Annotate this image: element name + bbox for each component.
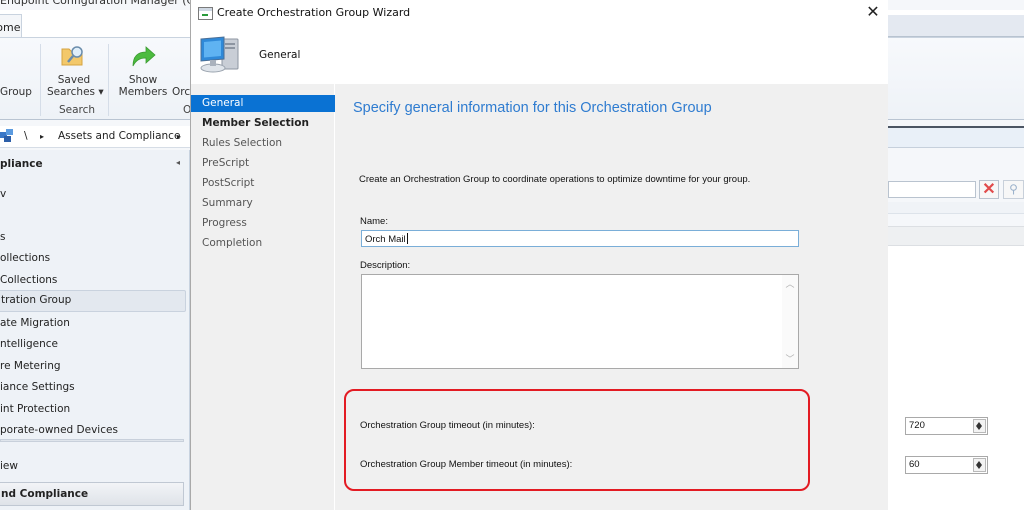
breadcrumb-root[interactable]: \ bbox=[24, 130, 28, 142]
wizard-titlebar[interactable]: Create Orchestration Group Wizard ✕ bbox=[191, 0, 888, 28]
member-timeout-spin-buttons[interactable] bbox=[973, 458, 986, 472]
saved-searches-label-1: Saved bbox=[57, 74, 91, 86]
nav-item[interactable]: s bbox=[0, 231, 5, 243]
step-member-selection[interactable]: Member Selection bbox=[191, 115, 335, 132]
breadcrumb-assets-and-compliance[interactable]: Assets and Compliance bbox=[58, 130, 180, 142]
pane-splitter[interactable] bbox=[0, 439, 184, 442]
nav-item-endpoint-protection[interactable]: int Protection bbox=[0, 403, 70, 415]
scroll-down-icon[interactable]: ﹀ bbox=[785, 354, 795, 364]
step-progress[interactable]: Progress bbox=[191, 215, 335, 232]
description-label: Description: bbox=[360, 260, 411, 271]
search-input[interactable] bbox=[888, 181, 976, 198]
show-members-arrow-icon bbox=[132, 46, 156, 67]
name-field[interactable]: Orch Mail bbox=[361, 230, 799, 247]
name-label: Name: bbox=[360, 216, 388, 227]
nav-item-device-collections[interactable]: ollections bbox=[0, 252, 50, 264]
close-icon[interactable]: ✕ bbox=[863, 3, 883, 23]
highlight-annotation-box bbox=[344, 389, 810, 491]
ribbon-button-show-members[interactable]: Show Members bbox=[118, 74, 168, 98]
nav-item-user-state-migration[interactable]: ate Migration bbox=[0, 317, 70, 329]
list-column-header[interactable] bbox=[888, 226, 1024, 246]
ribbon-tab-home-label: Home bbox=[0, 21, 21, 34]
wizard-header: General bbox=[191, 28, 888, 84]
ribbon-button-group-label: Group bbox=[0, 86, 32, 98]
group-timeout-stepper[interactable]: 720 bbox=[905, 417, 988, 435]
member-timeout-value: 60 bbox=[909, 459, 920, 470]
wizard-title: Create Orchestration Group Wizard bbox=[217, 6, 411, 19]
search-bar-border bbox=[888, 202, 1024, 214]
group-timeout-spin-buttons[interactable] bbox=[973, 419, 986, 433]
decrement-icon[interactable] bbox=[976, 465, 982, 469]
nav-item-corporate-owned-devices[interactable]: porate-owned Devices bbox=[0, 424, 118, 436]
breadcrumb-right bbox=[888, 128, 1024, 148]
collapse-pane-icon[interactable]: ◂ bbox=[176, 158, 180, 167]
ribbon-button-orchestration[interactable]: Orc bbox=[172, 86, 190, 98]
workspace-assets-and-compliance[interactable]: nd Compliance bbox=[0, 482, 184, 506]
name-field-value: Orch Mail bbox=[365, 234, 406, 245]
show-members-label-1: Show bbox=[128, 74, 158, 86]
ribbon-group-search-label: Search bbox=[59, 104, 96, 116]
step-completion[interactable]: Completion bbox=[191, 235, 335, 252]
description-scrollbar[interactable]: ︿ ﹀ bbox=[782, 275, 798, 368]
nav-item-orchestration-group[interactable]: tration Group bbox=[0, 290, 186, 312]
step-prescript[interactable]: PreScript bbox=[191, 155, 335, 172]
step-postscript[interactable]: PostScript bbox=[191, 175, 335, 192]
saved-searches-icon bbox=[61, 46, 83, 66]
nav-item-asset-intelligence[interactable]: ntelligence bbox=[0, 338, 58, 350]
breadcrumb-arrow-icon[interactable]: ▸ bbox=[40, 132, 44, 141]
content-heading: Specify general information for this Orc… bbox=[353, 100, 712, 116]
computer-icon bbox=[200, 36, 239, 73]
breadcrumb-arrow-icon[interactable]: ▸ bbox=[177, 132, 181, 141]
step-rules-selection[interactable]: Rules Selection bbox=[191, 135, 335, 152]
show-members-label-2: Members bbox=[118, 86, 168, 98]
description-field[interactable]: ︿ ﹀ bbox=[361, 274, 799, 369]
nav-item-compliance-settings[interactable]: iance Settings bbox=[0, 381, 75, 393]
console-tree-icon bbox=[0, 129, 13, 142]
ribbon-button-saved-searches[interactable]: Saved Searches ▾ bbox=[47, 74, 104, 98]
wizard-window-icon bbox=[198, 7, 213, 20]
nav-item[interactable]: v bbox=[0, 188, 6, 200]
ribbon-button-orchestration-label: Orc bbox=[172, 86, 191, 98]
search-icon[interactable]: ⚲ bbox=[1003, 180, 1024, 199]
workspace-overview[interactable]: iew bbox=[0, 460, 18, 472]
member-timeout-stepper[interactable]: 60 bbox=[905, 456, 988, 474]
ribbon-separator bbox=[108, 44, 109, 116]
text-caret bbox=[406, 233, 408, 244]
saved-searches-label-2: Searches ▾ bbox=[47, 86, 104, 98]
navigation-pane: pliance ◂ v s ollections Collections tra… bbox=[0, 150, 190, 510]
wizard-page-title: General bbox=[259, 49, 301, 61]
ribbon-separator bbox=[40, 44, 41, 116]
clear-search-icon[interactable]: ✕ bbox=[979, 180, 999, 199]
ribbon-tab-home[interactable]: Home bbox=[0, 14, 22, 38]
wizard-steps: General Member Selection Rules Selection… bbox=[191, 84, 335, 510]
ribbon-tab-strip-right bbox=[888, 15, 1024, 37]
group-timeout-value: 720 bbox=[909, 420, 925, 431]
ribbon-button-group[interactable]: Group bbox=[0, 86, 32, 98]
decrement-icon[interactable] bbox=[976, 426, 982, 430]
step-summary[interactable]: Summary bbox=[191, 195, 335, 212]
nav-item-software-metering[interactable]: re Metering bbox=[0, 360, 61, 372]
nav-section-header: pliance bbox=[0, 158, 43, 170]
scroll-up-icon[interactable]: ︿ bbox=[785, 279, 795, 289]
step-general[interactable]: General bbox=[191, 95, 335, 112]
intro-text: Create an Orchestration Group to coordin… bbox=[359, 174, 751, 185]
nav-item-user-collections[interactable]: Collections bbox=[0, 274, 57, 286]
